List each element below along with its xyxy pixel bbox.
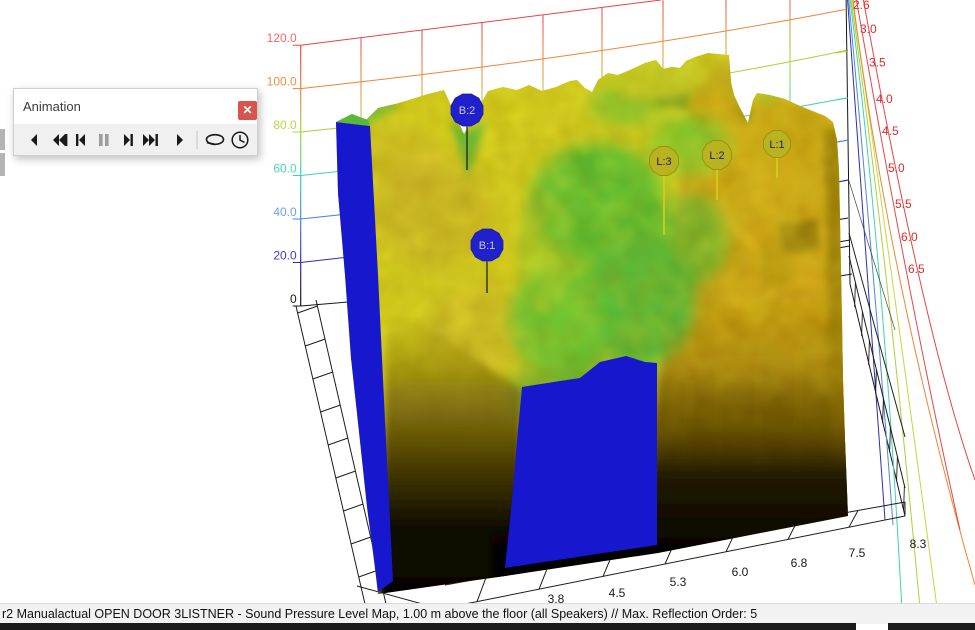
svg-text:4.5: 4.5 <box>609 586 626 600</box>
svg-text:60.0: 60.0 <box>273 162 297 176</box>
svg-text:7.5: 7.5 <box>849 546 866 560</box>
svg-text:5.3: 5.3 <box>670 575 687 589</box>
svg-text:80.0: 80.0 <box>273 118 297 132</box>
svg-text:3.0: 3.0 <box>860 22 877 36</box>
svg-text:L:2: L:2 <box>709 150 724 162</box>
svg-text:3.5: 3.5 <box>869 56 886 70</box>
svg-text:0: 0 <box>290 292 297 306</box>
svg-text:6.8: 6.8 <box>791 556 808 570</box>
svg-text:B:1: B:1 <box>479 240 496 252</box>
svg-text:5.5: 5.5 <box>895 197 912 211</box>
svg-text:4.0: 4.0 <box>876 92 893 106</box>
svg-text:6.5: 6.5 <box>908 262 925 276</box>
svg-text:5.0: 5.0 <box>888 161 905 175</box>
svg-text:L:3: L:3 <box>656 156 671 168</box>
svg-text:B:2: B:2 <box>459 105 476 117</box>
svg-text:20.0: 20.0 <box>273 249 297 263</box>
svg-text:6.0: 6.0 <box>901 230 918 244</box>
svg-text:6.0: 6.0 <box>732 565 749 579</box>
svg-text:40.0: 40.0 <box>273 205 297 219</box>
svg-text:8.3: 8.3 <box>910 537 927 551</box>
svg-text:120.0: 120.0 <box>267 31 297 45</box>
svg-text:L:1: L:1 <box>769 139 784 151</box>
svg-text:100.0: 100.0 <box>267 75 297 89</box>
svg-text:2.6: 2.6 <box>853 0 870 12</box>
svg-text:4.5: 4.5 <box>882 124 899 138</box>
